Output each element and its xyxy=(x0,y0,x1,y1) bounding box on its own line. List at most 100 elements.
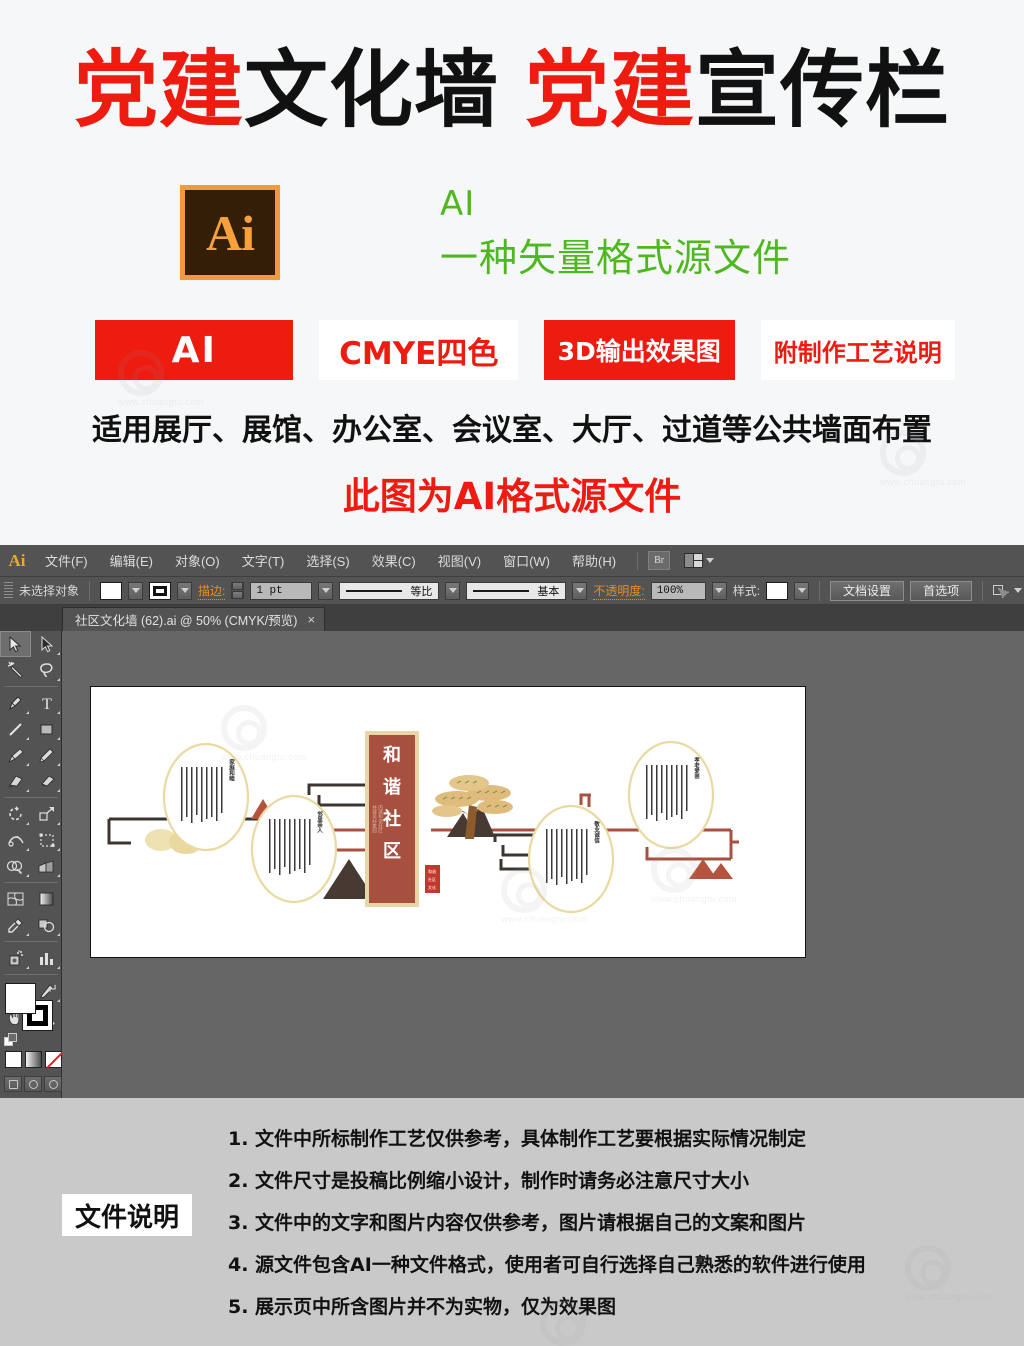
rectangle-tool[interactable] xyxy=(31,716,62,742)
swap-fill-stroke-icon[interactable]: ↵ xyxy=(47,981,58,997)
default-fill-stroke-icon[interactable] xyxy=(4,1033,17,1046)
magic-wand-tool[interactable] xyxy=(0,657,31,683)
fill-color-swatch[interactable] xyxy=(100,581,123,600)
file-notes-label: 文件说明 xyxy=(62,1194,192,1236)
stroke-weight-dropdown-button[interactable] xyxy=(318,581,334,600)
badge-craft-notes: 附制作工艺说明 xyxy=(760,320,955,380)
stroke-color-swatch[interactable] xyxy=(149,581,172,600)
full-screen-menubar-button[interactable] xyxy=(24,1076,42,1092)
title-part-4: 宣传栏 xyxy=(695,41,951,139)
eraser-tool[interactable] xyxy=(31,768,62,794)
preferences-button[interactable]: 首选项 xyxy=(910,580,973,601)
format-note-ai: AI xyxy=(440,184,476,224)
none-button[interactable] xyxy=(45,1051,62,1068)
chevron-down-icon[interactable] xyxy=(1014,588,1023,593)
free-transform-tool[interactable] xyxy=(31,827,62,853)
pencil-tool[interactable] xyxy=(31,742,62,768)
svg-text:谐: 谐 xyxy=(383,777,401,798)
selection-tool[interactable] xyxy=(0,631,31,657)
canvas-scroll-area[interactable]: 和 谐 社 区 内建和谐社区 共建美好家园 和谐 社区 文化 家庭和睦 邻里亲人… xyxy=(62,631,1024,1101)
eyedropper-tool[interactable] xyxy=(0,912,31,938)
svg-text:社: 社 xyxy=(383,808,401,830)
svg-text:共建美好家园: 共建美好家园 xyxy=(372,804,377,834)
app-logo-icon: Ai xyxy=(8,550,26,570)
rotate-tool[interactable] xyxy=(0,801,31,827)
note-item: 5. 展示页中所含图片并不为实物，仅为效果图 xyxy=(228,1296,617,1318)
divider xyxy=(819,580,821,601)
menu-effect[interactable]: 效果(C) xyxy=(361,548,427,573)
menu-object[interactable]: 对象(O) xyxy=(164,548,231,573)
shape-builder-tool[interactable] xyxy=(0,853,31,879)
color-controls: ↵ xyxy=(0,979,62,1101)
tools-panel: T ↵ xyxy=(0,631,62,1101)
document-tab-bar: 社区文化墙 (62).ai @ 50% (CMYK/预览) × xyxy=(0,605,1024,631)
document-setup-button[interactable]: 文档设置 xyxy=(830,580,905,601)
artwork-svg: 和 谐 社 区 内建和谐社区 共建美好家园 和谐社区文化 家庭和睦 邻里亲人 敬… xyxy=(107,731,739,914)
title-part-1: 党建 xyxy=(73,41,244,139)
svg-text:家庭和睦: 家庭和睦 xyxy=(228,758,235,783)
opacity-value[interactable]: 100% xyxy=(650,581,706,600)
paintbrush-tool[interactable] xyxy=(0,742,31,768)
blob-brush-tool[interactable] xyxy=(0,768,31,794)
fill-dropdown-button[interactable] xyxy=(128,581,144,600)
graphic-style-swatch[interactable] xyxy=(766,581,789,600)
promo-header: 党建文化墙 党建宣传栏 Ai AI 一种矢量格式源文件 AI CMYE四色 3D输… xyxy=(0,0,1024,545)
gradient-tool[interactable] xyxy=(31,886,62,912)
close-icon[interactable]: × xyxy=(307,612,315,627)
menu-select[interactable]: 选择(S) xyxy=(295,548,360,573)
column-graph-tool[interactable] xyxy=(31,945,62,971)
blend-tool[interactable] xyxy=(31,912,62,938)
direct-selection-tool[interactable] xyxy=(31,631,62,657)
artboard[interactable]: 和 谐 社 区 内建和谐社区 共建美好家园 和谐 社区 文化 家庭和睦 邻里亲人… xyxy=(90,686,806,958)
svg-text:社区: 社区 xyxy=(428,876,436,882)
menu-view[interactable]: 视图(V) xyxy=(427,548,492,573)
illustrator-logo-label: Ai xyxy=(185,190,275,275)
menu-bar: Ai 文件(F) 编辑(E) 对象(O) 文字(T) 选择(S) 效果(C) 视… xyxy=(0,545,1024,577)
width-tool[interactable] xyxy=(0,827,31,853)
document-tab[interactable]: 社区文化墙 (62).ai @ 50% (CMYK/预览) × xyxy=(62,607,326,631)
fill-color-box[interactable] xyxy=(5,983,36,1014)
menu-window[interactable]: 窗口(W) xyxy=(492,548,561,573)
stroke-profile-combo[interactable]: 等比 xyxy=(339,581,440,600)
page-title: 党建文化墙 党建宣传栏 xyxy=(0,46,1024,134)
symbol-sprayer-tool[interactable] xyxy=(0,945,31,971)
lasso-tool[interactable] xyxy=(31,657,62,683)
stroke-profile-dropdown-button[interactable] xyxy=(445,581,461,600)
color-button[interactable] xyxy=(5,1051,22,1068)
menu-edit[interactable]: 编辑(E) xyxy=(99,548,164,573)
mesh-tool[interactable] xyxy=(0,886,31,912)
stroke-weight-label[interactable]: 描边: xyxy=(198,582,226,600)
line-segment-tool[interactable] xyxy=(0,716,31,742)
selection-status: 未选择对象 xyxy=(19,584,80,598)
control-bar-grip[interactable] xyxy=(4,582,13,599)
opacity-dropdown-button[interactable] xyxy=(711,581,727,600)
menu-type[interactable]: 文字(T) xyxy=(231,548,296,573)
brush-definition-combo[interactable]: 基本 xyxy=(466,581,567,600)
graphic-style-dropdown-button[interactable] xyxy=(794,581,810,600)
gradient-button[interactable] xyxy=(25,1051,42,1068)
control-bar: 未选择对象 描边: 1 pt 等比 基本 不透明度: 100% 样式: 文档设置… xyxy=(0,577,1024,605)
format-note: AI 一种矢量格式源文件 xyxy=(440,184,791,282)
opacity-label[interactable]: 不透明度: xyxy=(593,582,645,600)
scale-tool[interactable] xyxy=(31,801,62,827)
note-item: 3. 文件中的文字和图片内容仅供参考，图片请根据自己的文案和图片 xyxy=(228,1212,807,1234)
align-transform-icon[interactable] xyxy=(993,584,1008,597)
type-tool[interactable]: T xyxy=(31,690,62,716)
menu-help[interactable]: 帮助(H) xyxy=(561,548,627,573)
brush-definition-dropdown-button[interactable] xyxy=(572,581,588,600)
stroke-weight-stepper[interactable] xyxy=(231,582,245,599)
menu-file[interactable]: 文件(F) xyxy=(34,548,99,573)
stroke-dropdown-button[interactable] xyxy=(177,581,193,600)
note-item: 1. 文件中所标制作工艺仅供参考，具体制作工艺要根据实际情况制定 xyxy=(228,1128,807,1150)
svg-text:区: 区 xyxy=(383,841,401,862)
perspective-grid-tool[interactable] xyxy=(31,853,62,879)
note-item: 4. 源文件包含AI一种文件格式，使用者可自行选择自己熟悉的软件进行使用 xyxy=(228,1254,866,1276)
arrange-documents-icon xyxy=(684,553,705,568)
full-screen-mode-button[interactable] xyxy=(44,1076,62,1092)
arrange-documents-button[interactable] xyxy=(684,553,715,568)
screen-mode-buttons xyxy=(4,1076,62,1092)
stroke-weight-value[interactable]: 1 pt xyxy=(250,581,313,600)
normal-screen-mode-button[interactable] xyxy=(4,1076,22,1092)
bridge-button[interactable]: Br xyxy=(648,551,671,570)
pen-tool[interactable] xyxy=(0,690,31,716)
